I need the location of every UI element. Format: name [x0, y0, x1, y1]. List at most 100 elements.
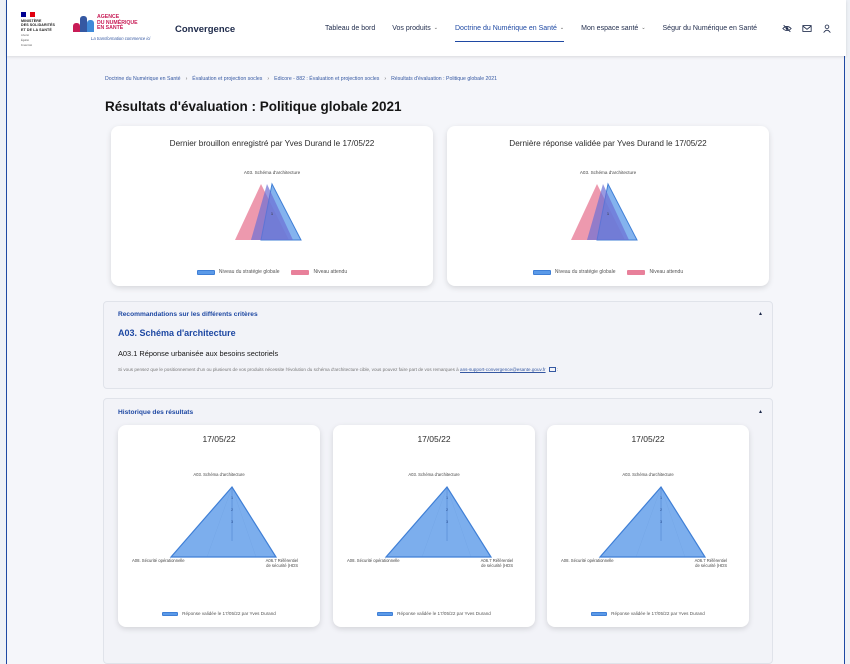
radar-tick-label: 3: [660, 520, 662, 524]
nav-products[interactable]: Vos produits ⌄: [392, 0, 438, 56]
radar-tick-label: 2: [660, 508, 662, 512]
ans-mark-icon: [73, 16, 95, 32]
breadcrumb-separator: ›: [267, 76, 270, 82]
radar-axis-label: A03. Schéma d'architecture: [580, 170, 637, 175]
history-card-legend: Réponse validée le 17/05/22 par Yves Dur…: [118, 611, 320, 616]
radar-tick-label: 2: [231, 508, 233, 512]
chevron-up-icon[interactable]: ▴: [759, 408, 762, 415]
breadcrumb-separator: ›: [185, 76, 188, 82]
eye-off-icon[interactable]: [782, 24, 792, 33]
nav-doctrine[interactable]: Doctrine du Numérique en Santé ⌄: [454, 0, 565, 56]
history-card-legend: Réponse validée le 17/05/22 par Yves Dur…: [333, 611, 535, 616]
breadcrumb: Doctrine du Numérique en Santé › Évaluat…: [105, 76, 497, 82]
app-brand[interactable]: Convergence: [175, 24, 235, 35]
ministry-motto-2: Égalité: [21, 39, 29, 43]
validated-card-title: Dernière réponse validée par Yves Durand…: [509, 139, 707, 148]
history-radar-chart: A03. Schéma d'architecture A08. Sécurité…: [347, 472, 513, 568]
history-title[interactable]: Historique des résultats: [118, 409, 193, 416]
history-section: Historique des résultats ▴ 17/05/22 A03.…: [103, 398, 773, 664]
agency-logo[interactable]: AGENCE DU NUMÉRIQUE EN SANTÉ La transfor…: [73, 14, 163, 44]
history-card-legend: Réponse validée le 17/05/22 par Yves Dur…: [547, 611, 749, 616]
nav-dashboard[interactable]: Tableau de bord: [325, 0, 375, 56]
history-card: 17/05/22 A03. Schéma d'architecture A08.…: [333, 425, 535, 627]
draft-card-legend: Niveau du stratégie globale Niveau atten…: [111, 269, 433, 275]
history-card: 17/05/22 A03. Schéma d'architecture A08.…: [547, 425, 749, 627]
radar-axis-label: A03. Schéma d'architecture: [244, 170, 301, 175]
agency-name: AGENCE DU NUMÉRIQUE EN SANTÉ: [97, 14, 138, 32]
recommendation-body: Si vous pensez que le positionnement d'u…: [118, 367, 459, 372]
legend-swatch-expected: [627, 269, 646, 275]
validated-card-legend: Niveau du stratégie globale Niveau atten…: [447, 269, 769, 275]
ministry-logo[interactable]: MINISTÈRE DES SOLIDARITÉS ET DE LA SANTÉ…: [21, 12, 65, 47]
legend-swatch-strategy: [196, 269, 215, 275]
user-icon[interactable]: [822, 24, 832, 33]
nav-health-space-label: Mon espace santé: [581, 24, 639, 32]
site-header: MINISTÈRE DES SOLIDARITÉS ET DE LA SANTÉ…: [7, 0, 846, 56]
radar-axis-left: A08. Sécurité opérationnelle: [561, 558, 614, 563]
history-radar-chart: A03. Schéma d'architecture A08. Sécurité…: [561, 472, 727, 568]
draft-result-card: Dernier brouillon enregistré par Yves Du…: [111, 126, 433, 286]
validated-response-shape: [384, 485, 493, 558]
legend-label-validated: Réponse validée le 17/05/22 par Yves Dur…: [182, 611, 276, 616]
legend-swatch-expected: [291, 269, 310, 275]
validated-result-card: Dernière réponse validée par Yves Durand…: [447, 126, 769, 286]
legend-label-expected: Niveau attendu: [313, 269, 348, 275]
radar-axis-right-line-2: de sécurité (HDS: [481, 563, 513, 568]
legend-swatch-validated: [591, 611, 608, 616]
legend-swatch-validated: [162, 611, 179, 616]
french-flag-icon: [21, 12, 36, 17]
ministry-motto-1: Liberté: [21, 34, 29, 38]
radar-tick-label: 1: [446, 496, 448, 500]
radar-tick-label: 2: [446, 508, 448, 512]
history-card: 17/05/22 A03. Schéma d'architecture A08.…: [118, 425, 320, 627]
breadcrumb-item-doctrine[interactable]: Doctrine du Numérique en Santé: [105, 76, 181, 82]
support-email-link[interactable]: ans-support-convergence@esante.gouv.fr: [460, 367, 546, 372]
nav-doctrine-label: Doctrine du Numérique en Santé: [454, 24, 557, 32]
history-card-date: 17/05/22: [631, 434, 665, 444]
radar-axis-top: A03. Schéma d'architecture: [622, 472, 674, 477]
draft-card-title: Dernier brouillon enregistré par Yves Du…: [169, 139, 375, 148]
chevron-down-icon: ⌄: [641, 25, 646, 31]
radar-axis-right-line-2: de sécurité (HDS: [266, 563, 298, 568]
radar-tick-label: 1: [231, 496, 233, 500]
breadcrumb-item-current: Résultats d'évaluation : Politique globa…: [391, 76, 498, 82]
history-radar-chart: A03. Schéma d'architecture A08. Sécurité…: [132, 472, 298, 568]
radar-axis-right-line-2: de sécurité (HDS: [695, 563, 727, 568]
legend-label-validated: Réponse validée le 17/05/22 par Yves Dur…: [611, 611, 705, 616]
legend-swatch-validated: [377, 611, 394, 616]
nav-dashboard-label: Tableau de bord: [325, 24, 376, 32]
recommendation-criterion: A03. Schéma d'architecture: [118, 328, 236, 338]
recommendations-title[interactable]: Recommandations sur les différents critè…: [118, 311, 258, 318]
nav-health-space[interactable]: Mon espace santé ⌄: [581, 0, 645, 56]
chevron-down-icon: ⌄: [559, 25, 565, 31]
history-card-date: 17/05/22: [202, 434, 236, 444]
nav-products-label: Vos produits: [392, 24, 431, 32]
legend-swatch-strategy: [532, 269, 551, 275]
nav-segur-label: Ségur du Numérique en Santé: [662, 24, 758, 32]
mail-icon[interactable]: [802, 24, 812, 33]
validated-response-shape: [598, 485, 707, 558]
mail-icon: [548, 367, 556, 373]
breadcrumb-item-edicore[interactable]: Edicore - 882 : Évaluation et projection…: [274, 76, 379, 82]
validated-radar-chart: A03. Schéma d'architecture 1: [571, 170, 638, 241]
chevron-up-icon[interactable]: ▴: [759, 310, 762, 317]
ministry-motto-3: Fraternité: [21, 44, 33, 48]
recommendation-subcriterion: A03.1 Réponse urbanisée aux besoins sect…: [118, 349, 279, 358]
agency-line-3: EN SANTÉ: [97, 25, 124, 32]
ministry-line-3: ET DE LA SANTÉ: [21, 27, 52, 32]
radar-axis-left: A08. Sécurité opérationnelle: [347, 558, 400, 563]
legend-label-validated: Réponse validée le 17/05/22 par Yves Dur…: [397, 611, 491, 616]
chevron-down-icon: ⌄: [433, 25, 438, 31]
breadcrumb-item-evaluation[interactable]: Évaluation et projection socles: [192, 76, 262, 82]
radar-axis-top: A03. Schéma d'architecture: [408, 472, 460, 477]
breadcrumb-separator: ›: [384, 76, 387, 82]
legend-label-strategy: Niveau du stratégie globale: [554, 269, 616, 275]
agency-tagline: La transformation commence ici: [91, 36, 151, 41]
radar-tick-label: 3: [231, 520, 233, 524]
header-tools: [782, 24, 832, 33]
app-frame: MINISTÈRE DES SOLIDARITÉS ET DE LA SANTÉ…: [6, 0, 846, 664]
radar-axis-top: A03. Schéma d'architecture: [193, 472, 245, 477]
radar-tick-label: 1: [660, 496, 662, 500]
draft-radar-chart: A03. Schéma d'architecture 1: [235, 170, 302, 241]
nav-segur[interactable]: Ségur du Numérique en Santé: [663, 0, 758, 56]
